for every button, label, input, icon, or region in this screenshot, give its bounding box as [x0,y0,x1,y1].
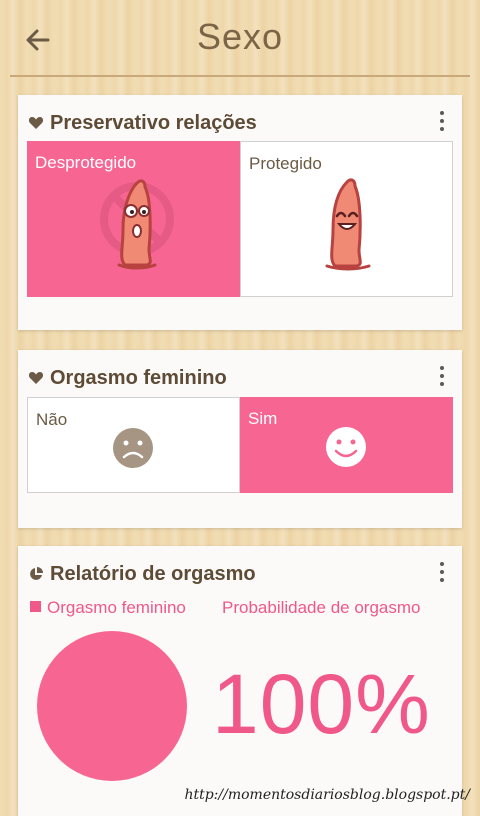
condom-card-header: Preservativo relações [28,109,257,137]
option-yes-label: Sim [248,409,278,428]
app-bar: Sexo [0,0,480,77]
orgasm-report-card: Relatório de orgasmo Orgasmo feminino Pr… [18,546,462,816]
orgasm-card-title: Orgasmo feminino [50,366,227,389]
sad-face-icon [113,428,153,468]
option-no-label: Não [36,410,68,429]
orgasm-card: Orgasmo feminino Não Sim [18,350,462,528]
page-title: Sexo [196,16,284,57]
orgasm-card-header: Orgasmo feminino [28,364,227,392]
probability-percent: 100% [212,657,431,751]
condom-card: Preservativo relações Desprotegido Prote… [18,95,462,330]
option-no[interactable]: Não [27,397,240,493]
legend-label: Orgasmo feminino [47,598,186,617]
pie-chart-icon [30,567,43,580]
orgasm-card-menu-button[interactable] [438,366,446,390]
option-protected[interactable]: Protegido [240,141,453,297]
option-yes[interactable]: Sim [240,397,453,493]
pie-slice-orgasmo-feminino [37,631,187,781]
heart-icon [28,372,44,384]
chart-legend: Orgasmo feminino Probabilidade de orgasm… [28,598,452,618]
report-card-menu-button[interactable] [438,562,446,586]
smiley-face-icon [326,427,366,467]
condom-forbidden-icon [100,179,174,270]
condom-card-title: Preservativo relações [50,111,257,134]
header-divider [10,75,470,77]
heart-icon [28,117,44,129]
condom-happy-icon [325,178,371,271]
probability-label: Probabilidade de orgasmo [222,598,421,617]
orgasm-pie-chart [37,631,187,781]
condom-card-menu-button[interactable] [438,111,446,135]
report-card-title: Relatório de orgasmo [50,562,256,585]
report-card-header: Relatório de orgasmo [28,560,256,588]
option-protected-label: Protegido [249,154,322,173]
legend-swatch [30,601,41,612]
watermark-text: http://momentosdiariosblog.blogspot.pt/ [184,787,470,803]
option-unprotected[interactable]: Desprotegido [27,141,240,297]
